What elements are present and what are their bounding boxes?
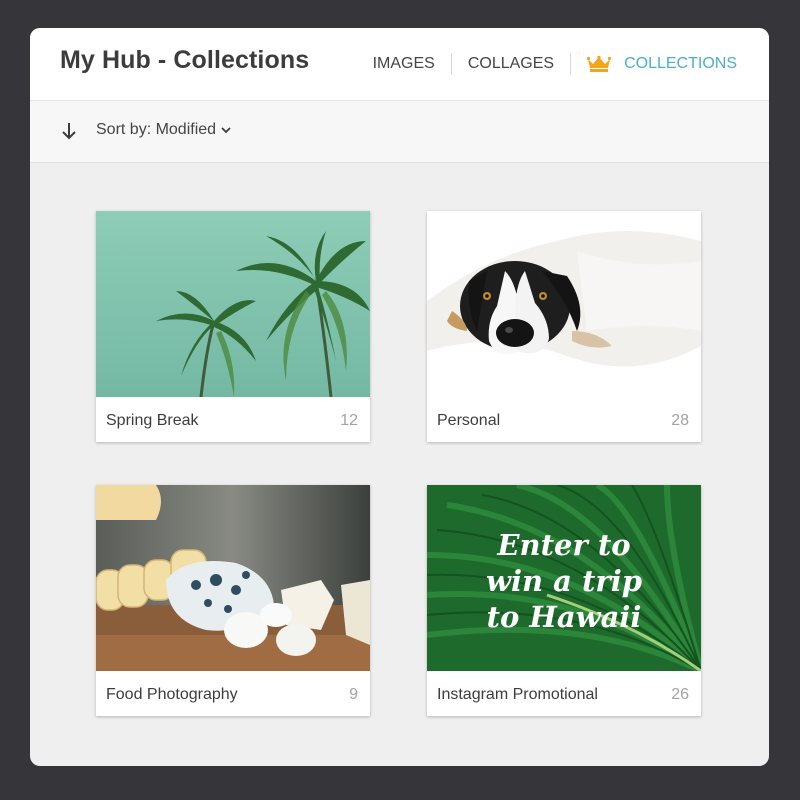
nav-divider <box>570 53 572 75</box>
sort-dropdown[interactable]: Sort by: Modified <box>96 121 231 139</box>
collection-name: Personal <box>437 412 501 429</box>
chevron-down-icon <box>221 127 231 134</box>
nav-collages[interactable]: COLLAGES <box>468 55 554 73</box>
nav-divider <box>450 53 452 75</box>
nav-images[interactable]: IMAGES <box>373 55 435 73</box>
collection-card-food-photography[interactable]: Food Photography 9 <box>96 485 370 716</box>
collection-thumbnail-palm-trees <box>96 211 370 397</box>
collection-count: 28 <box>671 412 689 429</box>
promo-line-2: win a trip <box>486 564 642 598</box>
promo-line-3: to Hawaii <box>487 600 642 634</box>
top-nav: IMAGES COLLAGES COLLECTIONS <box>373 28 737 100</box>
collection-thumbnail-cheese <box>96 485 370 671</box>
sort-toolbar: Sort by: Modified <box>30 101 769 163</box>
collection-name: Spring Break <box>106 412 199 429</box>
page-title: My Hub - Collections <box>60 46 310 74</box>
header-bar: My Hub - Collections IMAGES COLLAGES COL… <box>30 28 769 101</box>
collection-thumbnail-dog <box>427 211 701 397</box>
arrow-down-icon[interactable] <box>61 121 77 141</box>
collection-card-instagram-promotional[interactable]: Enter to win a trip to Hawaii Instagram … <box>427 485 701 716</box>
app-window: My Hub - Collections IMAGES COLLAGES COL… <box>30 28 769 766</box>
promo-line-1: Enter to <box>496 528 630 562</box>
collection-thumbnail-palm-leaf: Enter to win a trip to Hawaii <box>427 485 701 671</box>
collection-count: 9 <box>349 686 358 703</box>
collection-card-personal[interactable]: Personal 28 <box>427 211 701 442</box>
collection-count: 12 <box>340 412 358 429</box>
collection-name: Food Photography <box>106 686 238 703</box>
nav-collections-label: COLLECTIONS <box>624 55 737 72</box>
collection-count: 26 <box>671 686 689 703</box>
crown-icon <box>587 56 612 72</box>
collection-card-spring-break[interactable]: Spring Break 12 <box>96 211 370 442</box>
sort-label: Sort by: Modified <box>96 121 217 138</box>
nav-collections[interactable]: COLLECTIONS <box>587 55 737 73</box>
collection-name: Instagram Promotional <box>437 686 598 703</box>
